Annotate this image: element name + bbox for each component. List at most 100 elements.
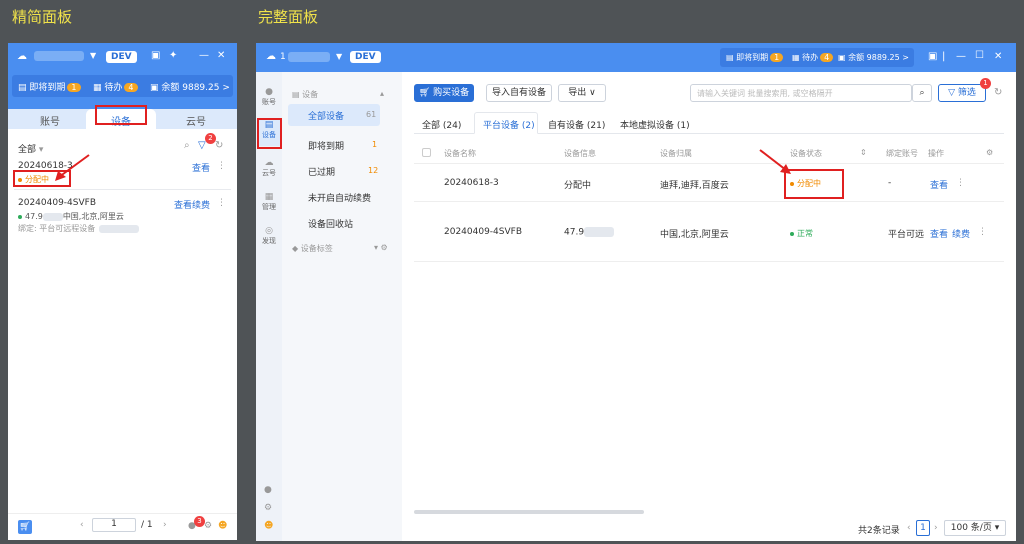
rail-manage[interactable]: ▦ 管理: [259, 192, 279, 212]
annotation-arrow: [759, 149, 791, 174]
pin-icon[interactable]: ✦: [169, 50, 177, 61]
bell-icon[interactable]: ●: [264, 485, 272, 495]
chevron-down-icon[interactable]: ▼: [90, 51, 96, 60]
horizontal-scrollbar[interactable]: [414, 510, 644, 514]
todo-stat[interactable]: ▦ 待办 4: [792, 52, 834, 63]
nav-item-no-autorenew[interactable]: 未开启自动续费: [288, 186, 380, 208]
view-link[interactable]: 查看: [930, 178, 948, 191]
bound-account: -: [888, 178, 892, 188]
device-name: 20240409-4SVFB: [18, 198, 97, 208]
prev-page-icon[interactable]: ‹: [80, 520, 84, 530]
next-page-icon[interactable]: ›: [163, 520, 167, 530]
device-region: 中国,北京,阿里云: [660, 230, 729, 240]
cart-icon[interactable]: 🛒︎: [18, 520, 32, 534]
smile-icon[interactable]: ☻: [218, 521, 227, 531]
chevron-down-icon[interactable]: ▼: [336, 52, 342, 61]
annotation-arrow: [55, 154, 90, 181]
search-input[interactable]: 请输入关键词 批量搜索用, 或空格隔开: [690, 84, 912, 102]
smile-icon[interactable]: ☻: [264, 521, 273, 531]
account-name-blur: [288, 52, 330, 62]
cart-icon: 🛒︎: [418, 88, 431, 98]
view-link[interactable]: 查看: [174, 198, 192, 211]
column-header: 绑定账号: [886, 149, 918, 158]
import-device-button[interactable]: 导入自有设备: [486, 84, 552, 102]
balance-stat[interactable]: ▣ 余额 9889.25 >: [150, 80, 230, 93]
window-icon[interactable]: ▣: [151, 50, 160, 61]
more-icon[interactable]: ⋮: [956, 178, 965, 188]
minimize-icon[interactable]: —: [956, 51, 966, 62]
more-icon[interactable]: ⋮: [217, 198, 226, 208]
filter-button[interactable]: ▽ 筛选: [938, 84, 986, 102]
renew-link[interactable]: 续费: [192, 198, 210, 211]
tab-own[interactable]: 自有设备 (21): [548, 118, 605, 131]
column-settings-icon[interactable]: ⚙: [986, 148, 993, 157]
cloud-icon: ☁: [264, 158, 274, 168]
prev-page-icon[interactable]: ‹: [907, 523, 911, 533]
page-size-select[interactable]: 100 条/页 ▾: [944, 520, 1006, 536]
nav-item-label: 未开启自动续费: [308, 194, 372, 204]
search-icon[interactable]: ⌕: [912, 84, 932, 102]
view-link[interactable]: 查看: [930, 227, 948, 240]
expiring-stat[interactable]: ▤ 即将到期 1: [726, 52, 784, 63]
page-input[interactable]: 1: [92, 518, 136, 532]
tab-local-virtual[interactable]: 本地虚拟设备 (1): [620, 118, 690, 131]
chevron-down-icon: ∨: [589, 88, 596, 98]
nav-item-all[interactable]: 全部设备 61: [288, 104, 380, 126]
tab-platform[interactable]: 平台设备 (2): [474, 112, 538, 134]
table-row[interactable]: 20240409-4SVFB 47.9 中国,北京,阿里云 正常 平台可远 查看…: [414, 202, 1004, 262]
nav-tags[interactable]: ◆ 设备标签: [292, 243, 333, 254]
device-region: 47.9 中国,北京,阿里云: [18, 211, 124, 222]
todo-icon: ▦: [93, 83, 102, 93]
settings-icon[interactable]: ⚙: [264, 503, 272, 513]
refresh-icon[interactable]: ↻: [994, 87, 1002, 98]
nav-item-expiring[interactable]: 即将到期 1: [288, 134, 380, 156]
tab-account[interactable]: 账号: [40, 113, 60, 128]
table-header: 设备名称 设备信息 设备归属 设备状态 ⇕ 绑定账号 操作 ⚙: [414, 142, 1004, 164]
maximize-icon[interactable]: ☐: [975, 50, 984, 61]
tab-platform-label: 平台设备 (2): [483, 121, 535, 131]
device-region: 迪拜,迪拜,百度云: [660, 181, 729, 191]
nav-item-label: 已过期: [308, 168, 336, 178]
settings-icon[interactable]: ⚙: [204, 521, 212, 531]
todo-stat[interactable]: ▦ 待办 4: [93, 80, 138, 93]
page-total: / 1: [141, 520, 153, 530]
more-icon[interactable]: ⋮: [978, 227, 987, 237]
more-icon[interactable]: ⋮: [217, 161, 226, 171]
dev-badge: DEV: [350, 51, 381, 63]
filter-icon[interactable]: ▽: [198, 140, 206, 151]
column-header: 设备名称: [444, 149, 476, 158]
refresh-icon[interactable]: ↻: [215, 140, 223, 151]
nav-item-expired[interactable]: 已过期 12: [288, 160, 380, 182]
balance-stat[interactable]: ▣ 余额 9889.25 >: [838, 52, 909, 63]
renew-link[interactable]: 续费: [952, 227, 970, 240]
filter-all-select[interactable]: 全部 ▾: [18, 142, 43, 155]
page-1-button[interactable]: 1: [916, 520, 930, 536]
search-icon[interactable]: ⌕: [184, 140, 190, 151]
rail-cloud[interactable]: ☁ 云号: [259, 158, 279, 178]
nav-item-recycle[interactable]: 设备回收站: [288, 212, 380, 234]
table-row[interactable]: 20240618-3 分配中 迪拜,迪拜,百度云 分配中 - 查看 ⋮: [414, 164, 1004, 202]
next-page-icon[interactable]: ›: [934, 523, 938, 533]
nav-item-label: 设备回收站: [308, 220, 354, 230]
view-link[interactable]: 查看: [192, 161, 210, 174]
minimize-icon[interactable]: —: [199, 50, 209, 61]
sort-icon[interactable]: ⇕: [860, 148, 867, 157]
buy-device-button[interactable]: 🛒︎ 购买设备: [414, 84, 474, 102]
separator: |: [942, 51, 946, 62]
rail-account[interactable]: ● 账号: [259, 87, 279, 107]
tab-all[interactable]: 全部 (24): [422, 118, 461, 131]
rail-discover[interactable]: ◎ 发现: [259, 226, 279, 246]
calendar-icon: ▤: [726, 53, 734, 62]
tag-icon: ◆: [292, 244, 299, 253]
collapse-icon[interactable]: ▴: [380, 89, 384, 98]
tab-cloud[interactable]: 云号: [186, 113, 206, 128]
tag-dropdown-icon[interactable]: ▾ ⚙: [374, 243, 388, 252]
select-all-checkbox[interactable]: [422, 148, 431, 157]
window-icon[interactable]: ▣: [928, 51, 937, 62]
export-button[interactable]: 导出 ∨: [558, 84, 606, 102]
todo-icon: ▦: [792, 53, 800, 62]
close-icon[interactable]: ✕: [994, 51, 1002, 62]
column-header: 设备归属: [660, 149, 692, 158]
close-icon[interactable]: ✕: [217, 50, 225, 61]
expiring-stat[interactable]: ▤ 即将到期 1: [18, 80, 81, 93]
